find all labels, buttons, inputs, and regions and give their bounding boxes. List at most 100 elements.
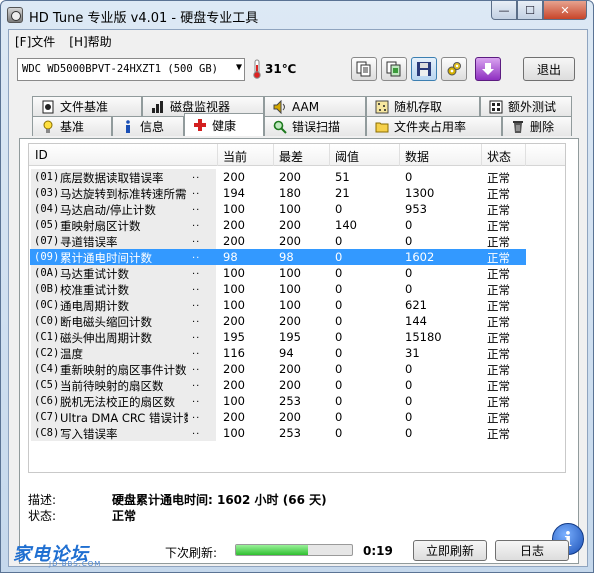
- column-header-current[interactable]: 当前: [223, 148, 247, 165]
- column-header-threshold[interactable]: 阈值: [335, 148, 359, 165]
- attribute-name: 寻道错误率: [60, 235, 118, 249]
- truncation-dots: ..: [192, 426, 201, 437]
- tab-label: 错误扫描: [292, 120, 341, 134]
- disk-monitor-icon: [151, 100, 165, 114]
- tab-label: 文件夹占用率: [394, 120, 467, 134]
- truncation-dots: ..: [192, 218, 201, 229]
- save-button[interactable]: [411, 57, 437, 81]
- window-title: HD Tune 专业版 v4.01 - 硬盘专业工具: [29, 11, 259, 26]
- cell-status: 正常: [487, 283, 510, 297]
- cell-status: 正常: [487, 347, 510, 361]
- tab-random-access[interactable]: 随机存取: [366, 96, 480, 116]
- minimize-button[interactable]: —: [491, 1, 517, 20]
- cell-threshold: 0: [335, 234, 343, 248]
- temperature-readout: 31℃: [265, 62, 297, 76]
- truncation-dots: ..: [192, 170, 201, 181]
- menu-bar: [F]文件 [H]帮助: [9, 30, 587, 52]
- table-row[interactable]: (C0) 断电磁头缩回计数.. 200 200 0 144 正常: [30, 313, 526, 329]
- table-row[interactable]: (0A) 马达重试计数.. 100 100 0 0 正常: [30, 265, 526, 281]
- column-header-id[interactable]: ID: [35, 148, 48, 162]
- table-row[interactable]: (0B) 校准重试计数.. 100 100 0 0 正常: [30, 281, 526, 297]
- exit-button[interactable]: 退出: [523, 57, 575, 81]
- table-row[interactable]: (03) 马达旋转到标准转速所需.. 194 180 21 1300 正常: [30, 185, 526, 201]
- table-row[interactable]: (C7) Ultra DMA CRC 错误计数.. 200 200 0 0 正常: [30, 409, 526, 425]
- description-value: 硬盘累计通电时间: 1602 小时 (66 天): [112, 493, 327, 507]
- tab-health[interactable]: 健康: [184, 113, 264, 136]
- cell-current: 200: [223, 234, 245, 248]
- attribute-id: (C7): [34, 411, 60, 423]
- tab-folder-usage[interactable]: 文件夹占用率: [366, 116, 502, 136]
- truncation-dots: ..: [192, 298, 201, 309]
- tab-info[interactable]: 信息: [112, 116, 184, 136]
- cell-threshold: 0: [335, 394, 343, 408]
- table-row[interactable]: (04) 马达启动/停止计数.. 100 100 0 953 正常: [30, 201, 526, 217]
- cell-threshold: 0: [335, 346, 343, 360]
- cell-threshold: 0: [335, 330, 343, 344]
- close-button[interactable]: ✕: [543, 1, 587, 20]
- title-bar[interactable]: HD Tune 专业版 v4.01 - 硬盘专业工具 — ☐ ✕: [1, 1, 593, 29]
- cell-worst: 180: [279, 186, 301, 200]
- truncation-dots: ..: [192, 394, 201, 405]
- table-row[interactable]: (01) 底层数据读取错误率.. 200 200 51 0 正常: [30, 169, 526, 185]
- attribute-name: 当前待映射的扇区数: [60, 379, 164, 393]
- cell-worst: 94: [279, 346, 294, 360]
- tab-aam[interactable]: AAM: [264, 96, 366, 116]
- cell-worst: 200: [279, 378, 301, 392]
- copy-screenshot-button[interactable]: [381, 57, 407, 81]
- column-header-worst[interactable]: 最差: [279, 148, 303, 165]
- download-button[interactable]: [475, 57, 501, 81]
- attribute-id: (C0): [34, 315, 60, 327]
- cell-threshold: 0: [335, 250, 343, 264]
- tab-file-benchmark[interactable]: 文件基准: [32, 96, 142, 116]
- tab-erase[interactable]: 删除: [502, 116, 572, 136]
- cell-threshold: 0: [335, 362, 343, 376]
- tab-benchmark[interactable]: 基准: [32, 116, 112, 136]
- truncation-dots: ..: [192, 266, 201, 277]
- table-row[interactable]: (0C) 通电周期计数.. 100 100 0 621 正常: [30, 297, 526, 313]
- drive-select[interactable]: WDC WD5000BPVT-24HXZT1 (500 GB) ▼: [17, 58, 245, 81]
- table-row[interactable]: (C5) 当前待映射的扇区数.. 200 200 0 0 正常: [30, 377, 526, 393]
- refresh-progress-fill: [236, 545, 308, 555]
- log-button[interactable]: 日志: [495, 540, 569, 561]
- trash-icon: [511, 120, 525, 134]
- truncation-dots: ..: [192, 250, 201, 261]
- attribute-name: 马达启动/停止计数: [60, 203, 156, 217]
- menu-file[interactable]: [F]文件: [15, 33, 55, 50]
- refresh-now-button[interactable]: 立即刷新: [413, 540, 487, 561]
- table-row[interactable]: (C2) 温度.. 116 94 0 31 正常: [30, 345, 526, 361]
- cell-current: 200: [223, 410, 245, 424]
- cell-worst: 100: [279, 298, 301, 312]
- options-button[interactable]: [441, 57, 467, 81]
- attribute-id: (09): [34, 251, 60, 263]
- info-small-icon: [121, 119, 135, 134]
- table-row[interactable]: (C4) 重新映射的扇区事件计数.. 200 200 0 0 正常: [30, 361, 526, 377]
- attribute-id: (0C): [34, 299, 60, 311]
- floppy-disk-icon: [417, 62, 431, 76]
- cell-status: 正常: [487, 203, 510, 217]
- cell-worst: 200: [279, 234, 301, 248]
- truncation-dots: ..: [192, 410, 201, 421]
- table-row[interactable]: (C1) 磁头伸出周期计数.. 195 195 0 15180 正常: [30, 329, 526, 345]
- cell-data: 0: [405, 394, 413, 408]
- cell-worst: 200: [279, 314, 301, 328]
- column-header-data[interactable]: 数据: [405, 148, 429, 165]
- tab-label: 基准: [60, 120, 85, 134]
- menu-help[interactable]: [H]帮助: [69, 33, 111, 50]
- truncation-dots: ..: [192, 378, 201, 389]
- copy-text-button[interactable]: [351, 57, 377, 81]
- table-row[interactable]: (07) 寻道错误率.. 200 200 0 0 正常: [30, 233, 526, 249]
- table-row[interactable]: (C6) 脱机无法校正的扇区数.. 100 253 0 0 正常: [30, 393, 526, 409]
- cell-data: 0: [405, 218, 413, 232]
- attribute-id: (C4): [34, 363, 60, 375]
- table-row[interactable]: (C8) 写入错误率.. 100 253 0 0 正常: [30, 425, 526, 441]
- table-row[interactable]: (05) 重映射扇区计数.. 200 200 140 0 正常: [30, 217, 526, 233]
- cell-status: 正常: [487, 331, 510, 345]
- drive-select-value: WDC WD5000BPVT-24HXZT1 (500 GB): [22, 63, 218, 75]
- column-header-status[interactable]: 状态: [487, 148, 511, 165]
- tab-extra-tests[interactable]: 额外测试: [480, 96, 572, 116]
- attribute-name: 写入错误率: [60, 427, 118, 441]
- table-row[interactable]: (09) 累计通电时间计数.. 98 98 0 1602 正常: [30, 249, 526, 265]
- maximize-button[interactable]: ☐: [517, 1, 543, 20]
- health-cross-icon: [193, 118, 207, 132]
- tab-error-scan[interactable]: 错误扫描: [264, 116, 366, 136]
